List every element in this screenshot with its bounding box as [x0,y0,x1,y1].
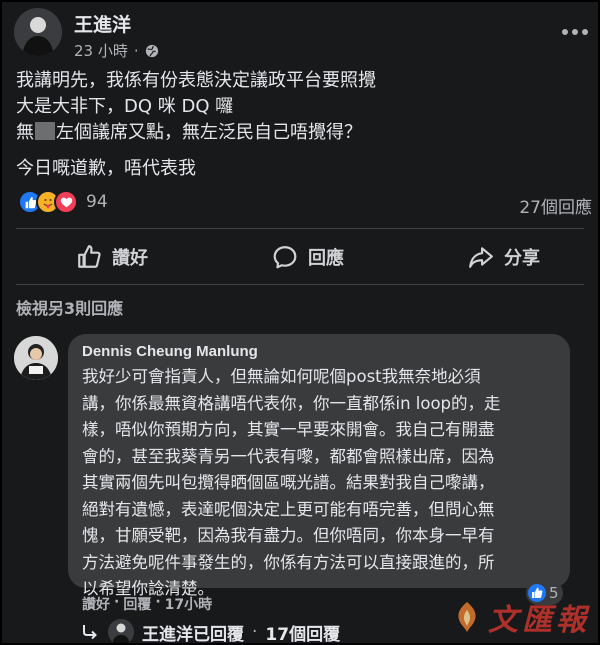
reply-arrow-icon [83,625,97,640]
love-icon [54,190,78,214]
like-button[interactable]: 讚好 [76,240,148,274]
watermark-logo-icon [458,602,476,632]
comment-bubble-icon [273,246,297,269]
dot-separator: · [155,594,161,610]
dot-separator: · [133,41,139,60]
comment-like-link[interactable]: 讚好 [82,594,110,614]
post-line-start: 無 [16,122,34,143]
reaction-count: 94 [86,192,108,212]
comment-line: 絕對有遺憾，表達呢個決定上更可能有唔完善，但問心無 [82,499,495,519]
author-avatar[interactable] [14,8,62,56]
reply-author-avatar [108,619,134,643]
comment-line: 樣，唔似你預期方向，其實一早要來開會。我自己有開盡 [82,420,495,439]
post-time[interactable]: 23 小時 [74,40,128,61]
post-line: 我講明先，我係有份表態決定議政平台要照攪 [16,70,376,91]
post-body: 我講明先，我係有份表態決定議政平台要照攪 大是大非下，DQ 咪 DQ 囉 無 左個… [16,68,586,182]
watermark: 文匯報 [452,595,590,639]
post-line: 今日嘅道歉，唔代表我 [16,158,196,179]
comment-line: 我好少可會指責人，但無論如何呢個post我無奈地必須 [82,367,481,386]
comment-line: 會的，甚至我葵青另一代表有嚟，都都會照樣出席，因為 [82,446,495,466]
author-name[interactable]: 王進洋 [74,10,131,37]
more-dot-icon [572,29,578,35]
reply-count: 17個回覆 [265,624,341,644]
more-dot-icon [562,29,568,35]
reactions-summary[interactable]: 94 [18,190,108,214]
more-options-button[interactable] [560,22,590,42]
watermark-text: 文匯報 [488,603,590,638]
dot-separator: · [252,622,258,642]
comment-text: 我好少可會指責人，但無論如何呢個post我無奈地必須 講，你係最無資格講唔代表你… [82,364,562,603]
post-line: 無 左個議席又點，無左泛民自己唔攪得？ [16,120,586,146]
more-dot-icon [582,29,588,35]
post-meta: 23 小時 · [74,40,159,61]
commenter-name[interactable]: Dennis Cheung Manlung [82,343,258,360]
post-line-end: 左個議席又點，無左泛民自己唔攪得？ [56,122,362,143]
comment-line: 講，你係最無資格講唔代表你，你一直都係in loop的，走 [82,393,501,413]
comment-count[interactable]: 27個回應 [519,193,592,218]
comment-bubble: Dennis Cheung Manlung 我好少可會指責人，但無論如何呢個po… [68,334,570,598]
share-arrow-icon [469,247,493,268]
divider [16,284,584,285]
share-button[interactable]: 分享 [468,240,540,274]
comment-time[interactable]: 17小時 [165,594,212,614]
comment-actions: 讚好 · 回覆 · 17小時 [82,594,212,614]
commenter-avatar[interactable] [14,336,58,380]
redacted-word [35,122,55,140]
dot-separator: · [114,594,120,610]
reply-summary: 王進洋已回覆 [142,624,244,644]
view-more-comments-link[interactable]: 檢視另3則回應 [16,295,123,319]
replies-link[interactable]: 王進洋已回覆 · 17個回覆 [80,619,340,643]
comment-reply-link[interactable]: 回覆 [123,594,151,614]
comment-line: 方法避免呢件事發生的，你係有方法可以直接跟進的，所 [82,552,495,572]
thumbs-up-icon [78,245,101,268]
divider [16,228,584,229]
share-label: 分享 [504,248,540,269]
facebook-post-screenshot: 王進洋 23 小時 · 我講明先，我係有份表態決定議政平台要照攪 大是大非下，D… [2,2,598,643]
comment-button[interactable]: 回應 [272,240,344,274]
comment-line: 愧，甘願受靶，因為我有盡力。但你唔同，你本身一早有 [82,526,495,545]
globe-icon [145,44,158,57]
comment-label: 回應 [308,248,344,269]
post-line: 大是大非下，DQ 咪 DQ 囉 [16,96,234,117]
like-label: 讚好 [112,248,148,269]
comment-line: 其實兩個先叫包攬得晒個區嘅光譜。結果對我自己嚟講， [82,473,495,492]
